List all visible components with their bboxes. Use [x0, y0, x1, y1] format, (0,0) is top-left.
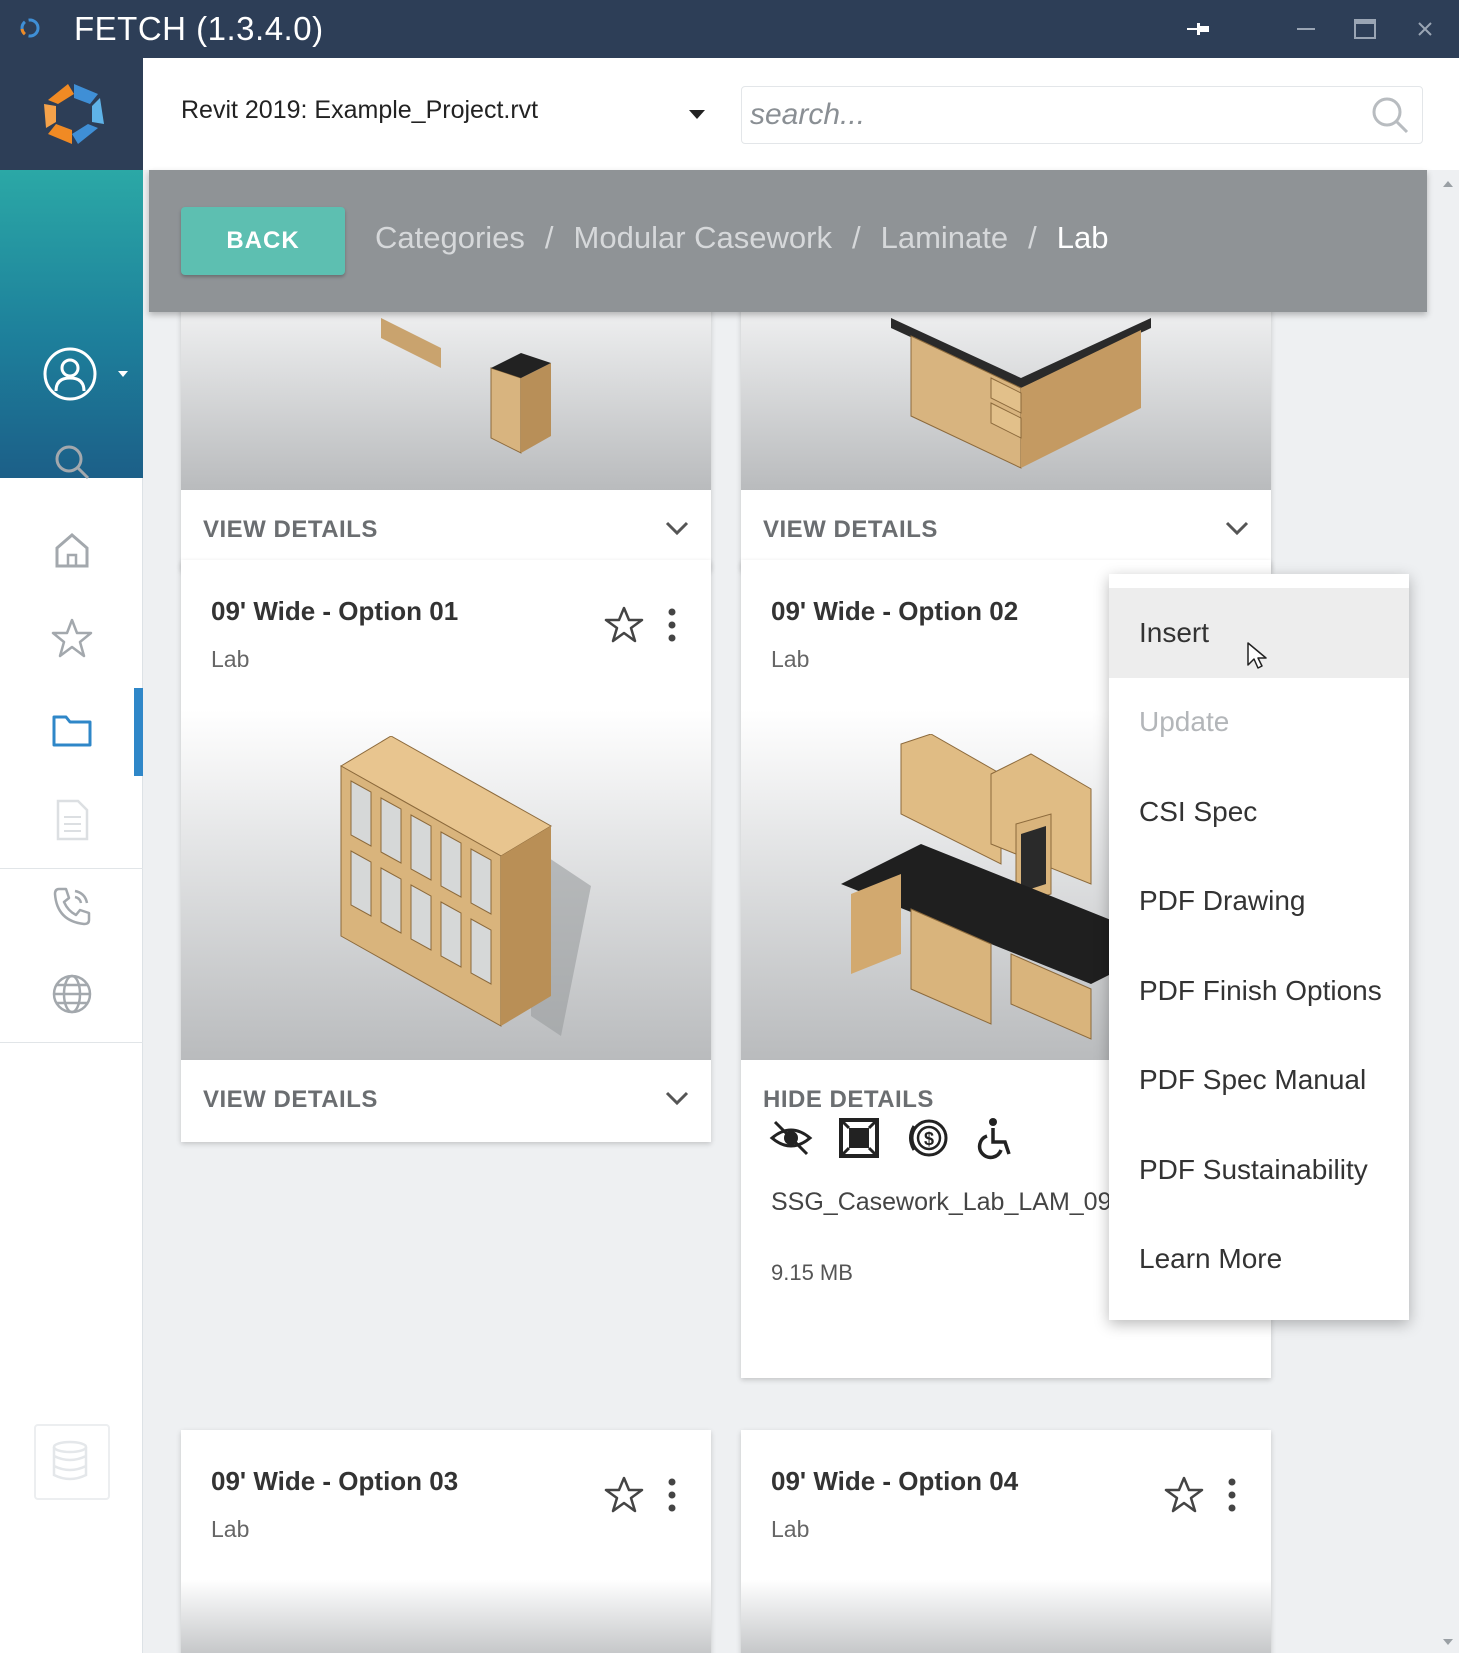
- breadcrumb-item[interactable]: Categories: [375, 220, 525, 255]
- coin-icon: $: [909, 1119, 948, 1157]
- user-circle-icon[interactable]: [42, 346, 98, 402]
- pin-icon[interactable]: [1178, 12, 1218, 46]
- casework-image: [340, 736, 591, 1036]
- hidden-eye-icon: [769, 1120, 813, 1156]
- close-icon[interactable]: [1405, 12, 1445, 46]
- maximize-icon[interactable]: [1345, 12, 1385, 46]
- logo-area: [0, 58, 143, 170]
- breadcrumb-separator: /: [544, 220, 554, 255]
- card-subtitle: Lab: [771, 646, 810, 672]
- card-subtitle: Lab: [211, 646, 250, 672]
- scroll-up-icon[interactable]: [1442, 180, 1454, 188]
- card-title[interactable]: 09' Wide - Option 01: [211, 596, 458, 627]
- more-vertical-icon[interactable]: [1225, 1476, 1239, 1514]
- breadcrumb-item[interactable]: Laminate: [881, 220, 1009, 255]
- search-icon[interactable]: [1370, 95, 1410, 135]
- fetch-logo-icon[interactable]: [38, 78, 110, 150]
- breadcrumb: Categories / Modular Casework / Laminate / Lab: [375, 220, 1109, 256]
- search-input[interactable]: [750, 93, 1350, 137]
- top-bar: Revit 2019: Example_Project.rvt: [143, 58, 1459, 170]
- context-menu: Insert Update CSI Spec PDF Drawing PDF F…: [1109, 574, 1409, 1320]
- product-image: [181, 710, 711, 1060]
- breadcrumb-separator: /: [1028, 220, 1037, 255]
- title-bar: FETCH (1.3.4.0): [0, 0, 1459, 58]
- menu-item-pdf-spec-manual[interactable]: PDF Spec Manual: [1109, 1036, 1409, 1126]
- product-card: 09' Wide - Option 04 Lab: [741, 1430, 1271, 1653]
- star-icon[interactable]: [44, 610, 100, 666]
- scroll-down-icon[interactable]: [1442, 1638, 1454, 1646]
- window-title: FETCH (1.3.4.0): [74, 10, 324, 47]
- globe-icon[interactable]: [44, 966, 100, 1022]
- card-title[interactable]: 09' Wide - Option 03: [211, 1466, 458, 1497]
- card-title[interactable]: 09' Wide - Option 02: [771, 596, 1018, 627]
- view-details-label[interactable]: VIEW DETAILS: [203, 1086, 378, 1114]
- card-footer[interactable]: VIEW DETAILS: [181, 1060, 711, 1140]
- chevron-down-icon[interactable]: [665, 520, 689, 536]
- accessibility-icon: [977, 1118, 1011, 1160]
- frame-icon: [839, 1118, 879, 1158]
- home-icon[interactable]: [44, 522, 100, 578]
- card-footer[interactable]: VIEW DETAILS: [741, 490, 1271, 570]
- breadcrumb-item[interactable]: Modular Casework: [574, 220, 832, 255]
- product-image: [181, 1580, 711, 1653]
- file-size: 9.15 MB: [771, 1260, 853, 1285]
- svg-text:$: $: [924, 1129, 934, 1149]
- breadcrumb-current: Lab: [1056, 220, 1109, 255]
- database-icon[interactable]: [34, 1424, 110, 1500]
- menu-item-pdf-drawing[interactable]: PDF Drawing: [1109, 857, 1409, 947]
- attribute-icons: $: [769, 1116, 1017, 1160]
- menu-item-csi-spec[interactable]: CSI Spec: [1109, 767, 1409, 857]
- search-box: [741, 86, 1423, 144]
- menu-item-pdf-sustainability[interactable]: PDF Sustainability: [1109, 1125, 1409, 1215]
- menu-item-learn-more[interactable]: Learn More: [1109, 1215, 1409, 1305]
- star-icon[interactable]: [603, 604, 645, 646]
- card-subtitle: Lab: [211, 1516, 250, 1542]
- nav-divider: [0, 868, 143, 869]
- more-vertical-icon[interactable]: [665, 606, 679, 644]
- profile-area: [0, 170, 143, 478]
- product-card: 09' Wide - Option 03 Lab: [181, 1430, 711, 1653]
- document-icon[interactable]: [44, 792, 100, 848]
- active-nav-indicator: [134, 688, 143, 776]
- chevron-down-icon[interactable]: [689, 110, 705, 119]
- product-image: [741, 1580, 1271, 1653]
- casework-image: [891, 318, 1151, 469]
- card-subtitle: Lab: [771, 1516, 810, 1542]
- more-vertical-icon[interactable]: [665, 1476, 679, 1514]
- project-selector[interactable]: Revit 2019: Example_Project.rvt: [181, 96, 538, 125]
- profile-dropdown-icon[interactable]: [117, 370, 129, 378]
- folder-icon[interactable]: [44, 702, 100, 758]
- menu-item-pdf-finish-options[interactable]: PDF Finish Options: [1109, 946, 1409, 1036]
- card-title[interactable]: 09' Wide - Option 04: [771, 1466, 1018, 1497]
- menu-item-update[interactable]: Update: [1109, 678, 1409, 768]
- chevron-down-icon[interactable]: [1225, 520, 1249, 536]
- sidebar: [0, 58, 143, 1653]
- breadcrumb-bar: BACK Categories / Modular Casework / Laminat…: [149, 170, 1427, 312]
- casework-image: [381, 318, 551, 454]
- view-details-label[interactable]: VIEW DETAILS: [203, 516, 378, 544]
- card-footer[interactable]: VIEW DETAILS: [181, 490, 711, 570]
- minimize-icon[interactable]: [1286, 12, 1326, 46]
- view-details-label[interactable]: VIEW DETAILS: [763, 516, 938, 544]
- star-icon[interactable]: [603, 1474, 645, 1516]
- star-icon[interactable]: [1163, 1474, 1205, 1516]
- hide-details-label[interactable]: HIDE DETAILS: [763, 1086, 934, 1114]
- product-card: 09' Wide - Option 01 Lab VIEW DETAILS: [181, 560, 711, 1142]
- breadcrumb-separator: /: [851, 220, 861, 255]
- file-name: SSG_Casework_Lab_LAM_09: [771, 1188, 1112, 1216]
- app-icon: [20, 18, 40, 38]
- scrollbar[interactable]: [1437, 170, 1459, 1653]
- search-icon[interactable]: [44, 434, 100, 490]
- mouse-cursor-icon: [1247, 642, 1267, 669]
- phone-icon[interactable]: [44, 878, 100, 934]
- back-button[interactable]: BACK: [181, 207, 345, 275]
- nav-divider: [0, 1042, 143, 1043]
- chevron-down-icon[interactable]: [665, 1090, 689, 1106]
